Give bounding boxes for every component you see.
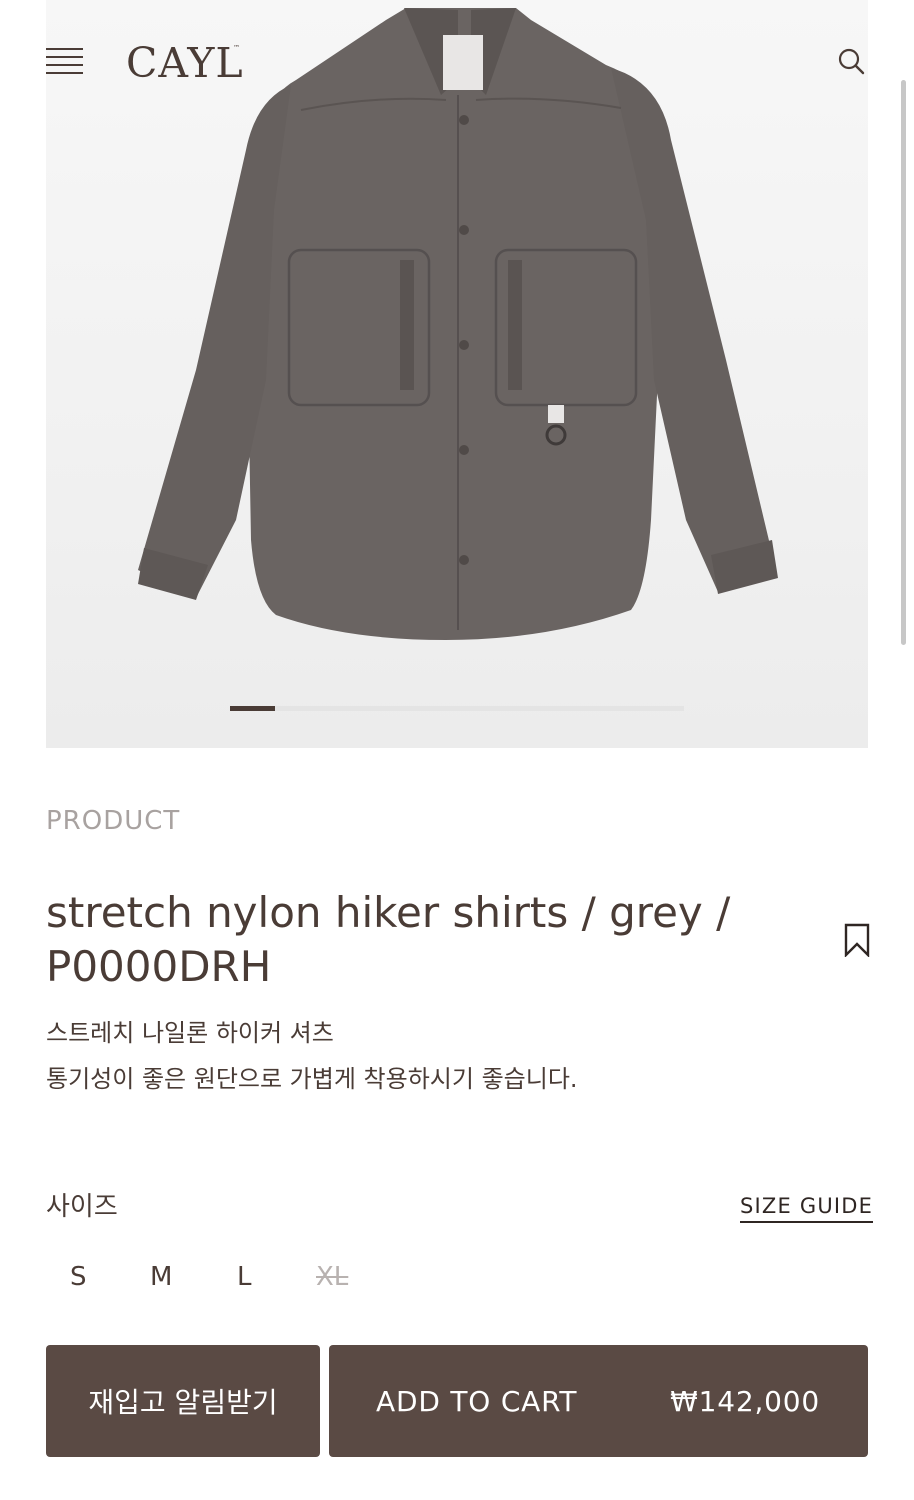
bookmark-icon[interactable] [844, 923, 870, 958]
menu-line [46, 72, 83, 74]
menu-line [46, 48, 83, 50]
brand-logo[interactable]: CAYL [126, 38, 244, 88]
gallery-progress-indicator [230, 706, 275, 711]
menu-line [46, 64, 83, 66]
trademark-mark: ™ [233, 44, 240, 52]
price-label: ₩142,000 [670, 1384, 820, 1418]
category-label: PRODUCT [46, 806, 181, 836]
menu-button[interactable] [46, 48, 83, 76]
size-option-l[interactable]: L [237, 1262, 252, 1292]
gallery-progress-track[interactable] [230, 706, 684, 711]
search-icon[interactable] [836, 46, 866, 76]
size-option-m[interactable]: M [150, 1262, 172, 1292]
restock-alert-button[interactable]: 재입고 알림받기 [46, 1345, 320, 1457]
shirt-photo [138, 8, 778, 640]
size-option-s[interactable]: S [70, 1262, 87, 1292]
product-image[interactable] [46, 0, 868, 748]
size-option-xl-sold-out[interactable]: XL [316, 1262, 348, 1292]
add-to-cart-button[interactable]: ADD TO CART ₩142,000 [329, 1345, 868, 1457]
description-line: 스트레치 나일론 하이커 셔츠 [46, 1019, 334, 1047]
add-to-cart-label: ADD TO CART [376, 1384, 578, 1418]
product-title: stretch nylon hiker shirts / grey / P000… [46, 888, 731, 991]
size-label: 사이즈 [46, 1192, 118, 1222]
page-scrollbar[interactable] [901, 80, 906, 645]
product-description: 스트레치 나일론 하이커 셔츠 통기성이 좋은 원단으로 가볍게 착용하시기 좋… [46, 1010, 578, 1102]
restock-label: 재입고 알림받기 [88, 1386, 278, 1419]
size-guide-link[interactable]: SIZE GUIDE [740, 1194, 874, 1223]
menu-line [46, 56, 83, 58]
description-line: 통기성이 좋은 원단으로 가볍게 착용하시기 좋습니다. [46, 1065, 578, 1093]
